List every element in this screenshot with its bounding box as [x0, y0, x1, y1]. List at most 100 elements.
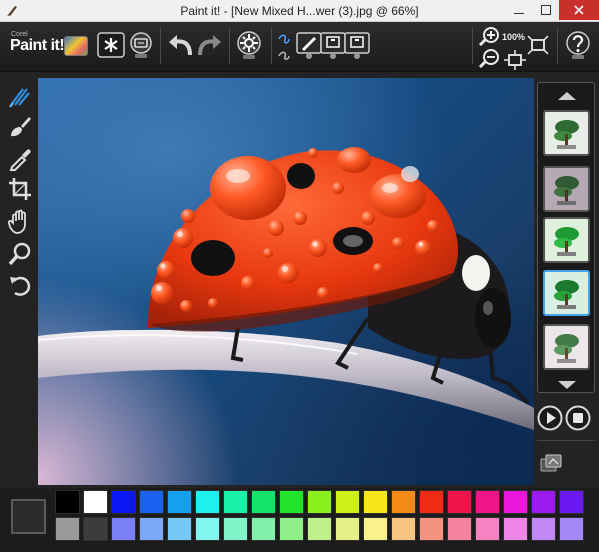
color-swatch[interactable]: [139, 517, 164, 541]
color-swatch[interactable]: [447, 490, 472, 514]
color-swatch[interactable]: [419, 517, 444, 541]
share-button[interactable]: [126, 30, 156, 60]
title-bar: Paint it! - [New Mixed H...wer (3).jpg @…: [0, 0, 599, 22]
color-swatch[interactable]: [559, 490, 584, 514]
magnifier-icon: [8, 242, 31, 266]
style-thumb-1[interactable]: [543, 110, 590, 156]
color-swatch[interactable]: [391, 490, 416, 514]
color-swatch[interactable]: [279, 490, 304, 514]
color-swatch[interactable]: [55, 517, 80, 541]
asterisk-icon: [97, 32, 125, 58]
color-swatch[interactable]: [111, 490, 136, 514]
color-swatch[interactable]: [195, 490, 220, 514]
logo-badge-icon: [64, 36, 88, 56]
close-icon: [574, 5, 584, 15]
color-swatch[interactable]: [503, 490, 528, 514]
color-swatch[interactable]: [251, 517, 276, 541]
style-thumb-5[interactable]: [543, 324, 590, 370]
zoom-in-button[interactable]: [478, 26, 502, 46]
color-swatch[interactable]: [167, 490, 192, 514]
color-swatch[interactable]: [391, 517, 416, 541]
color-swatch[interactable]: [363, 490, 388, 514]
play-icon: [537, 405, 563, 431]
color-swatch[interactable]: [531, 517, 556, 541]
crop-tool[interactable]: [7, 176, 33, 202]
color-swatch[interactable]: [363, 517, 388, 541]
color-swatch[interactable]: [83, 490, 108, 514]
scroll-up-icon[interactable]: [555, 89, 579, 103]
brush-mode-toggle[interactable]: [276, 30, 292, 60]
actual-size-button[interactable]: [526, 34, 550, 56]
play-button[interactable]: [537, 405, 563, 431]
brush-stroke-icon: [344, 32, 370, 59]
color-swatch[interactable]: [55, 490, 80, 514]
color-swatch[interactable]: [223, 517, 248, 541]
color-swatch[interactable]: [195, 517, 220, 541]
zoom-tool[interactable]: [7, 241, 33, 267]
painting-canvas[interactable]: [38, 78, 534, 485]
color-swatch[interactable]: [447, 517, 472, 541]
close-button[interactable]: [559, 0, 599, 20]
actual-size-icon: [527, 35, 549, 55]
paint-settings-button[interactable]: [234, 30, 264, 60]
current-color-swatch[interactable]: [11, 499, 46, 534]
color-swatch[interactable]: [419, 490, 444, 514]
effects-icon: [540, 454, 562, 472]
scroll-down-icon[interactable]: [555, 378, 579, 392]
stop-icon: [565, 405, 591, 431]
style-thumb-2[interactable]: [543, 166, 590, 212]
zoom-out-button[interactable]: [478, 48, 502, 68]
eyedropper-icon: [9, 149, 31, 171]
style-effects-button[interactable]: [539, 452, 563, 476]
tree-icon: [545, 168, 588, 210]
color-swatch[interactable]: [139, 490, 164, 514]
new-canvas-button[interactable]: [96, 30, 126, 60]
brush-tool[interactable]: [7, 114, 33, 140]
color-swatch[interactable]: [307, 490, 332, 514]
fit-to-window-button[interactable]: [504, 50, 526, 70]
toolbar-separator: [229, 28, 230, 64]
maximize-button[interactable]: [532, 0, 559, 20]
style-thumb-4[interactable]: [543, 270, 590, 316]
color-swatch[interactable]: [559, 517, 584, 541]
color-swatch[interactable]: [531, 490, 556, 514]
main-toolbar: Corel Paint it! 100%: [0, 22, 599, 72]
color-swatch[interactable]: [475, 517, 500, 541]
maximize-icon: [540, 5, 551, 15]
rotate-tool[interactable]: [7, 273, 33, 299]
auto-paint-tool[interactable]: [7, 83, 33, 109]
minimize-icon: [513, 13, 524, 14]
tree-icon: [545, 272, 588, 314]
fit-icon: [504, 50, 526, 70]
color-swatch[interactable]: [223, 490, 248, 514]
squiggle-icon: [278, 34, 290, 60]
minimize-button[interactable]: [505, 0, 532, 20]
color-swatch[interactable]: [475, 490, 500, 514]
redo-icon: [198, 35, 221, 56]
app-logo: Corel Paint it!: [8, 31, 90, 61]
undo-button[interactable]: [166, 30, 196, 60]
toolbar-separator: [160, 28, 161, 64]
color-swatch[interactable]: [251, 490, 276, 514]
color-swatch[interactable]: [83, 517, 108, 541]
color-swatch[interactable]: [307, 517, 332, 541]
gear-icon: [237, 31, 261, 59]
color-swatch[interactable]: [335, 490, 360, 514]
toolbar-separator: [557, 28, 558, 64]
color-swatch[interactable]: [335, 517, 360, 541]
color-swatch[interactable]: [167, 517, 192, 541]
stop-button[interactable]: [565, 405, 591, 431]
help-icon: [566, 31, 590, 59]
eyedropper-tool[interactable]: [7, 145, 33, 171]
color-swatch[interactable]: [279, 517, 304, 541]
brush-style-3-button[interactable]: [342, 30, 372, 60]
redo-button[interactable]: [194, 30, 224, 60]
help-button[interactable]: [563, 30, 593, 60]
left-toolbar: [0, 73, 38, 488]
pan-tool[interactable]: [7, 209, 33, 235]
style-thumb-3[interactable]: [543, 217, 590, 263]
zoom-level-label: 100%: [502, 32, 526, 42]
color-swatch[interactable]: [111, 517, 136, 541]
panel-divider: [537, 440, 595, 441]
color-swatch[interactable]: [503, 517, 528, 541]
